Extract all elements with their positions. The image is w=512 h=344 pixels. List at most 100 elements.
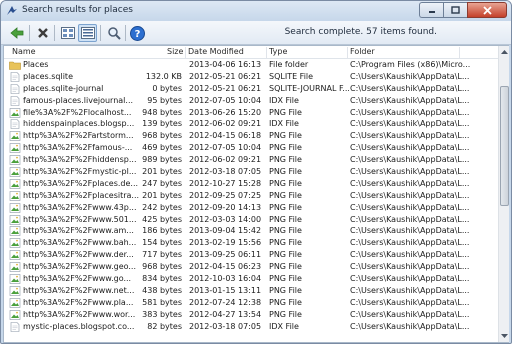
back-button[interactable]: [7, 24, 26, 42]
file-size-cell: 717 bytes: [142, 250, 182, 260]
table-row[interactable]: http%3A%2F%2Fwww.go... 834 bytes 2012-10-0…: [4, 273, 498, 285]
file-size-cell: 438 bytes: [142, 285, 182, 295]
table-row[interactable]: famous-places.livejournal... 95 bytes 2012…: [4, 95, 498, 107]
column-folder-header[interactable]: Folder: [350, 47, 375, 56]
minimize-button[interactable]: [419, 2, 443, 18]
table-row[interactable]: http%3A%2F%2Fmystic-pl... 201 bytes 2012-0…: [4, 166, 498, 178]
details-view-icon: [60, 27, 75, 39]
table-row[interactable]: Places 2013-04-06 16:13 File folder C:\Prog…: [4, 59, 498, 71]
table-row[interactable]: http%3A%2F%2Fwww.geo... 968 bytes 2012-04-…: [4, 261, 498, 273]
column-type-header[interactable]: Type: [269, 47, 287, 56]
table-row[interactable]: http%3A%2F%2Fartstorm... 968 bytes 2012-04…: [4, 130, 498, 142]
folder-path-cell: C:\Users\Kaushik\AppData\L...: [350, 178, 470, 188]
toolbar-separator: [100, 25, 101, 41]
file-size-cell: 201 bytes: [142, 190, 182, 200]
table-row[interactable]: http%3A%2F%2Fwww.501... 425 bytes 2012-03-…: [4, 214, 498, 226]
folder-path-cell: C:\Users\Kaushik\AppData\L...: [350, 238, 470, 248]
minimize-icon: [428, 11, 435, 13]
table-row[interactable]: http%3A%2F%2Fwww.am... 186 bytes 2013-09-0…: [4, 225, 498, 237]
image-file-icon: [9, 250, 21, 261]
image-file-icon: [9, 262, 21, 272]
file-type-cell: PNG File: [269, 274, 302, 284]
table-row[interactable]: places.sqlite 132.0 KB 2012-05-21 06:21 SQL…: [4, 71, 498, 83]
file-type-cell: PNG File: [269, 178, 302, 188]
app-icon: [7, 6, 17, 15]
stop-button[interactable]: [33, 24, 52, 42]
folder-path-cell: C:\Users\Kaushik\AppData\L...: [350, 226, 470, 236]
folder-path-cell: C:\Users\Kaushik\AppData\L...: [350, 285, 470, 295]
file-type-cell: PNG File: [269, 107, 302, 117]
image-file-icon: [9, 179, 21, 189]
date-modified-cell: 2013-09-04 15:42: [189, 226, 262, 236]
help-icon: ?: [130, 25, 145, 41]
table-row[interactable]: places.sqlite-journal 0 bytes 2012-05-21 0…: [4, 83, 498, 95]
column-size-header[interactable]: Size: [167, 47, 183, 56]
image-file-icon: [9, 155, 21, 165]
table-row[interactable]: http%3A%2F%2Fplaces.de... 247 bytes 2012-1…: [4, 178, 498, 190]
title-bar[interactable]: Search results for places: [1, 1, 511, 21]
table-row[interactable]: http%3A%2F%2Fwww.wor... 383 bytes 2012-04-…: [4, 309, 498, 321]
close-button[interactable]: [467, 2, 507, 18]
file-icon: [10, 83, 20, 94]
column-divider: [185, 47, 186, 58]
column-date-header[interactable]: Date Modified: [188, 47, 244, 56]
scroll-up-button[interactable]: [500, 47, 509, 57]
image-file-icon: [9, 131, 21, 142]
date-modified-cell: 2012-03-18 07:05: [189, 321, 262, 331]
file-type-cell: PNG File: [269, 214, 302, 224]
table-row[interactable]: http%3A%2F%2Fwww.pla... 581 bytes 2012-07-…: [4, 297, 498, 309]
table-row[interactable]: mystic-places.blogspot.co... 82 bytes 2012…: [4, 321, 498, 333]
find-button[interactable]: [104, 24, 123, 42]
file-type-cell: PNG File: [269, 250, 302, 260]
date-modified-cell: 2012-09-20 14:13: [189, 202, 262, 212]
folder-path-cell: C:\Users\Kaushik\AppData\L...: [350, 143, 470, 153]
table-row[interactable]: http%3A%2F%2Fwww.net... 438 bytes 2013-01-…: [4, 285, 498, 297]
date-modified-cell: 2012-04-15 06:18: [189, 131, 262, 141]
table-row[interactable]: http%3A%2F%2Fplacesitra... 201 bytes 2012-…: [4, 190, 498, 202]
column-name-header[interactable]: Name: [12, 47, 36, 56]
image-file-icon: [9, 238, 21, 249]
file-type-cell: SQLITE-JOURNAL F...: [269, 83, 349, 93]
folder-path-cell: C:\Users\Kaushik\AppData\L...: [350, 71, 470, 81]
scroll-up-icon: [501, 50, 508, 54]
file-size-cell: 201 bytes: [142, 167, 182, 177]
date-modified-cell: 2013-02-19 15:56: [189, 238, 262, 248]
vertical-scrollbar[interactable]: [498, 46, 509, 342]
results-rows: Places 2013-04-06 16:13 File folder C:\Prog…: [4, 59, 498, 342]
table-row[interactable]: http%3A%2F%2Ffamous-... 469 bytes 2012-07-…: [4, 142, 498, 154]
maximize-button[interactable]: [443, 2, 467, 18]
results-list[interactable]: Name Size Date Modified Type Folder Plac…: [3, 45, 509, 343]
file-size-cell: 425 bytes: [142, 214, 182, 224]
table-row[interactable]: http%3A%2F%2Fwww.bah... 154 bytes 2013-02-…: [4, 237, 498, 249]
window-controls: [419, 2, 507, 18]
folder-path-cell: C:\Users\Kaushik\AppData\L...: [350, 107, 470, 117]
table-row[interactable]: http%3A%2F%2Fwww.der... 717 bytes 2013-09-…: [4, 249, 498, 261]
scroll-down-icon: [501, 334, 508, 338]
table-row[interactable]: http%3A%2F%2Fhiddensp... 989 bytes 2012-06…: [4, 154, 498, 166]
search-status-text: Search complete. 57 items found.: [284, 27, 437, 37]
folder-path-cell: C:\Users\Kaushik\AppData\L...: [350, 131, 470, 141]
search-results-window: Search results for places ? Search compl…: [0, 0, 512, 344]
folder-path-cell: C:\Users\Kaushik\AppData\L...: [350, 309, 470, 319]
table-row[interactable]: http%3A%2F%2Fwww.43p... 242 bytes 2012-09-…: [4, 202, 498, 214]
image-file-icon: [9, 226, 21, 237]
back-arrow-icon: [9, 27, 23, 39]
table-row[interactable]: file%3A%2F%2Flocalhost... 948 bytes 2013-0…: [4, 107, 498, 119]
file-type-cell: PNG File: [269, 309, 302, 319]
close-icon: [482, 5, 492, 15]
scroll-thumb[interactable]: [500, 86, 509, 206]
column-divider: [459, 47, 460, 58]
table-row[interactable]: hiddenspainplaces.blogsp... 139 bytes 2012…: [4, 118, 498, 130]
date-modified-cell: 2012-10-03 16:04: [189, 274, 262, 284]
scroll-down-button[interactable]: [500, 331, 509, 341]
help-button[interactable]: ?: [128, 24, 147, 42]
column-divider: [266, 47, 267, 58]
date-modified-cell: 2012-07-24 12:38: [189, 297, 262, 307]
toolbar-separator: [54, 25, 55, 41]
file-size-cell: 82 bytes: [147, 321, 182, 331]
file-size-cell: 834 bytes: [142, 274, 182, 284]
date-modified-cell: 2012-06-02 09:21: [189, 155, 262, 165]
date-modified-cell: 2012-05-21 06:21: [189, 83, 262, 93]
list-view-button[interactable]: [78, 24, 97, 42]
details-view-button[interactable]: [58, 24, 77, 42]
